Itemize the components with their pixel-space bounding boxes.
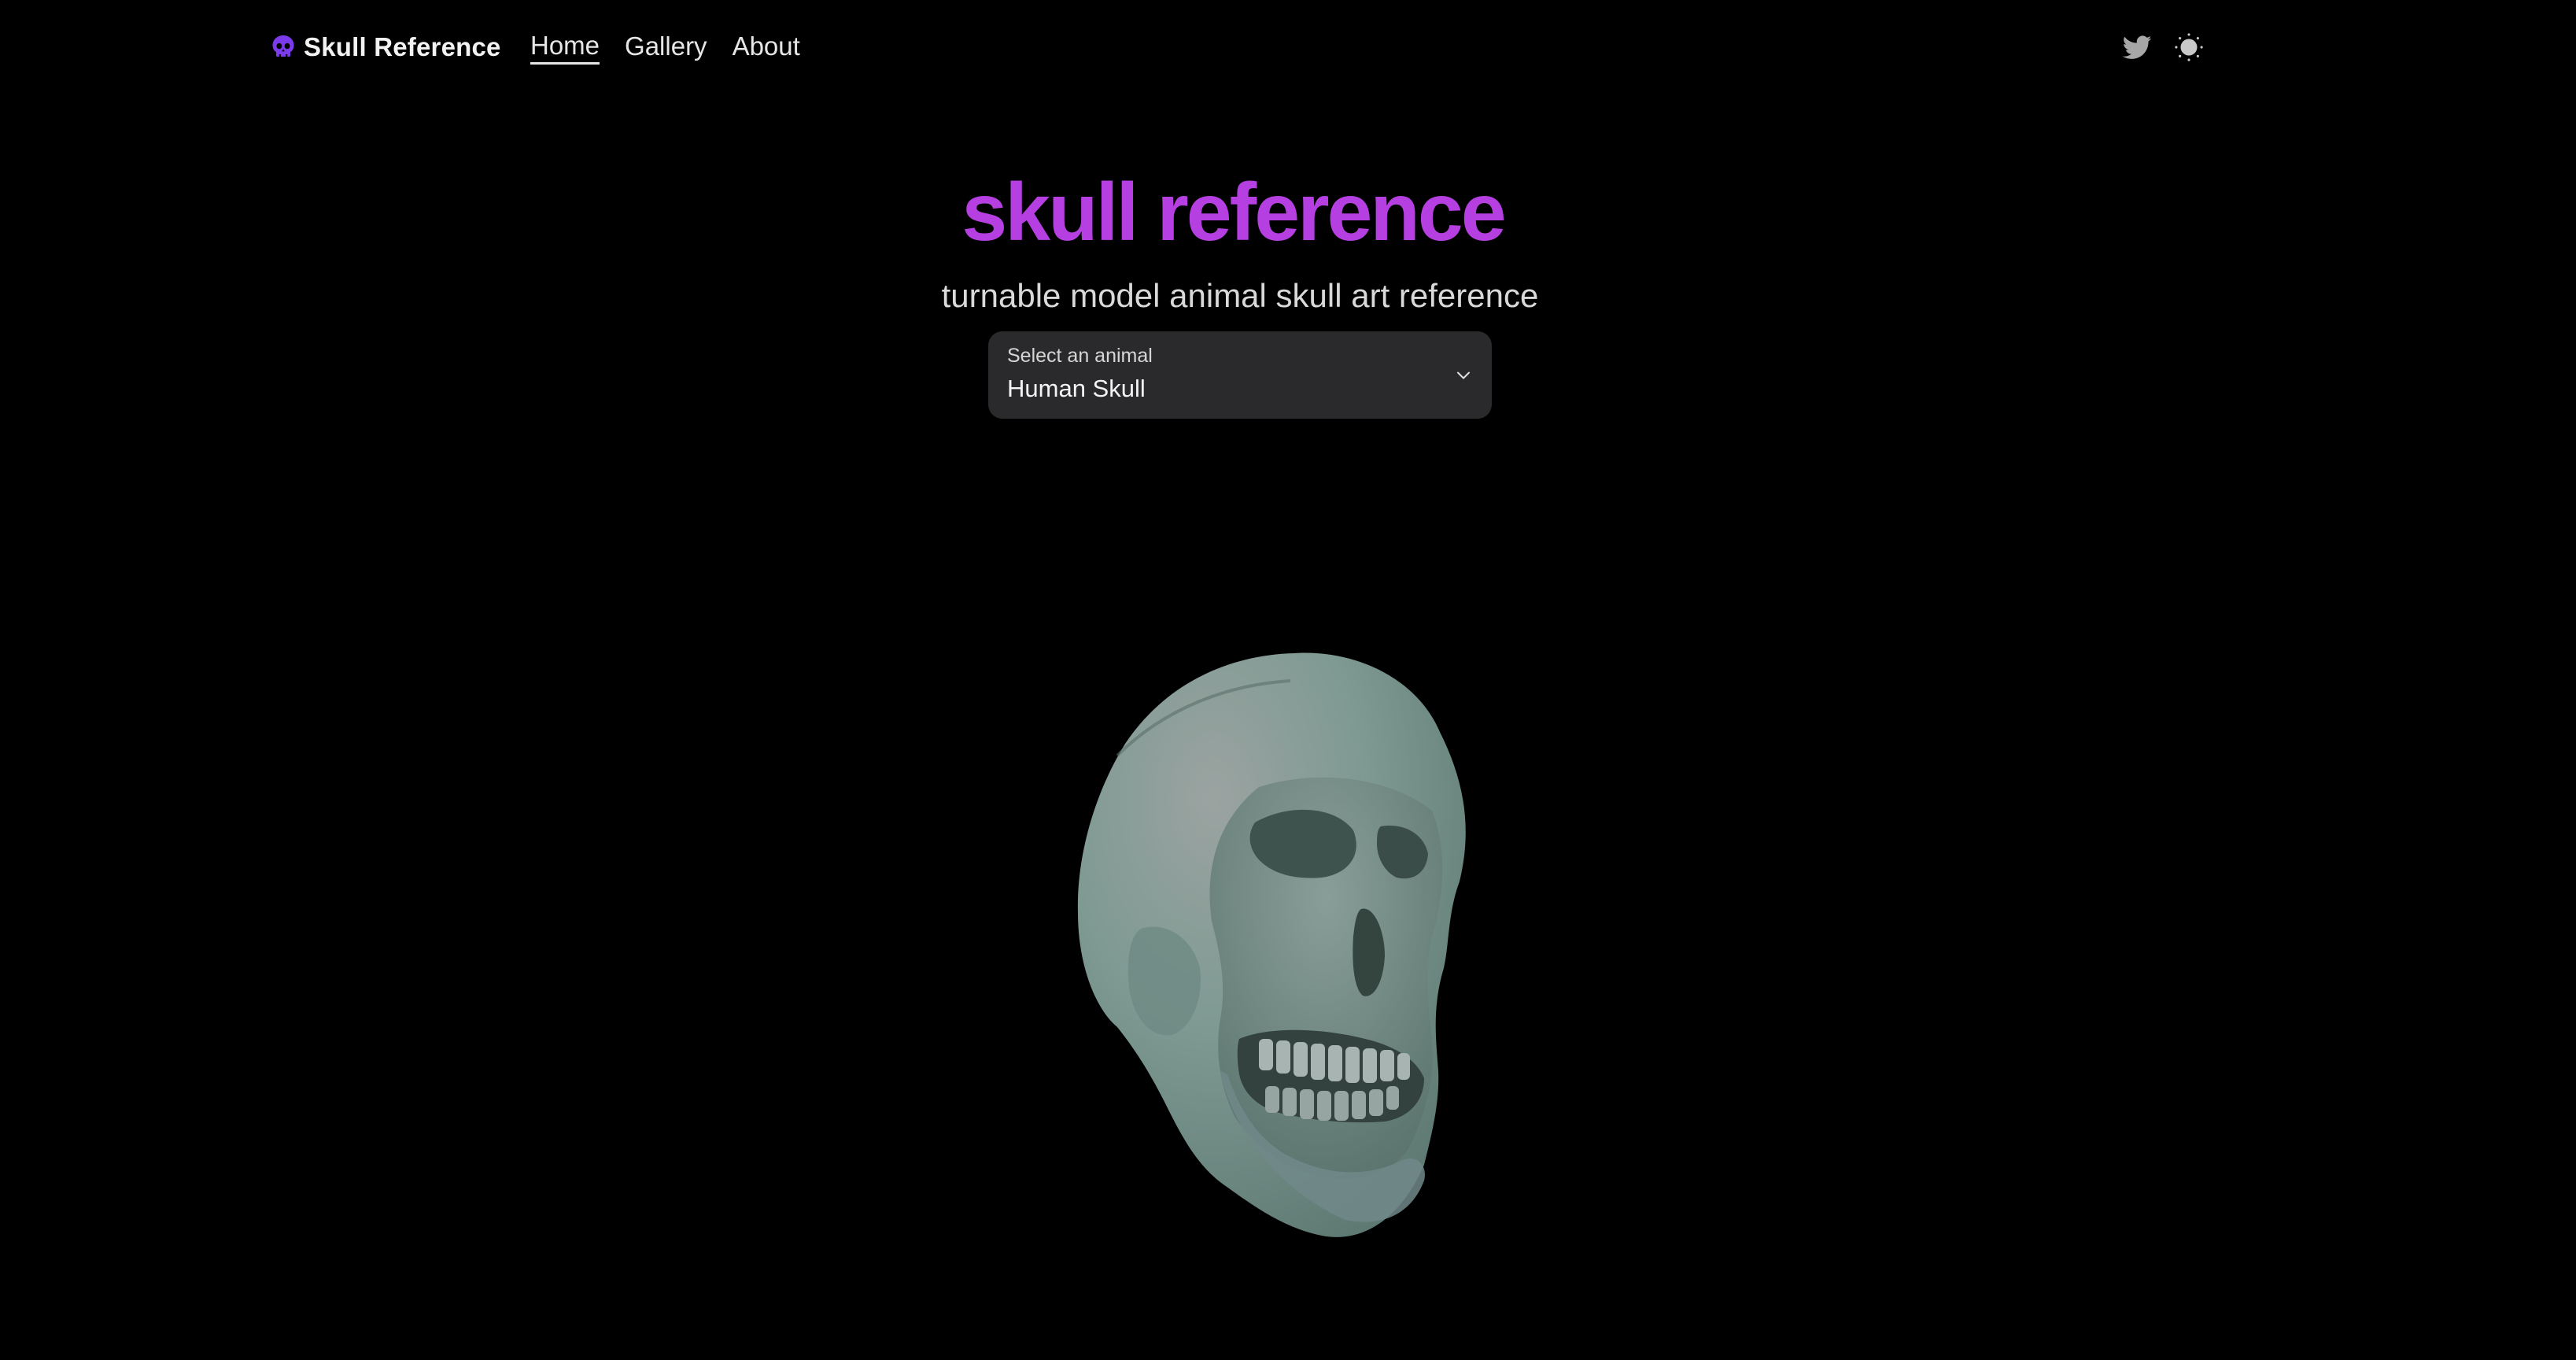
animal-select-value: Human Skull xyxy=(1007,375,1146,402)
main-nav: Home Gallery About xyxy=(530,30,800,65)
twitter-icon xyxy=(2122,35,2152,59)
theme-toggle[interactable] xyxy=(2172,30,2206,65)
nav-actions xyxy=(2120,28,2206,66)
skull-icon xyxy=(272,35,294,57)
brand-name: Skull Reference xyxy=(304,32,501,61)
brand-link[interactable]: Skull Reference xyxy=(269,30,501,65)
twitter-link[interactable] xyxy=(2120,30,2154,65)
animal-select[interactable]: Select an animal Human Skull xyxy=(988,331,1492,419)
chevron-down-icon xyxy=(1457,371,1470,379)
nav-link-about[interactable]: About xyxy=(733,31,800,63)
top-nav: Skull Reference Home Gallery About xyxy=(0,0,2576,94)
page-subtitle: turnable model animal skull art referenc… xyxy=(941,277,1539,314)
skull-model-viewer[interactable] xyxy=(881,598,1605,1275)
skull-model xyxy=(1077,652,1466,1237)
sun-icon xyxy=(2175,33,2203,61)
animal-select-label: Select an animal xyxy=(1007,345,1153,367)
page-title: skull reference xyxy=(961,167,1506,258)
nav-link-home[interactable]: Home xyxy=(530,31,600,65)
nav-link-gallery[interactable]: Gallery xyxy=(625,31,707,63)
